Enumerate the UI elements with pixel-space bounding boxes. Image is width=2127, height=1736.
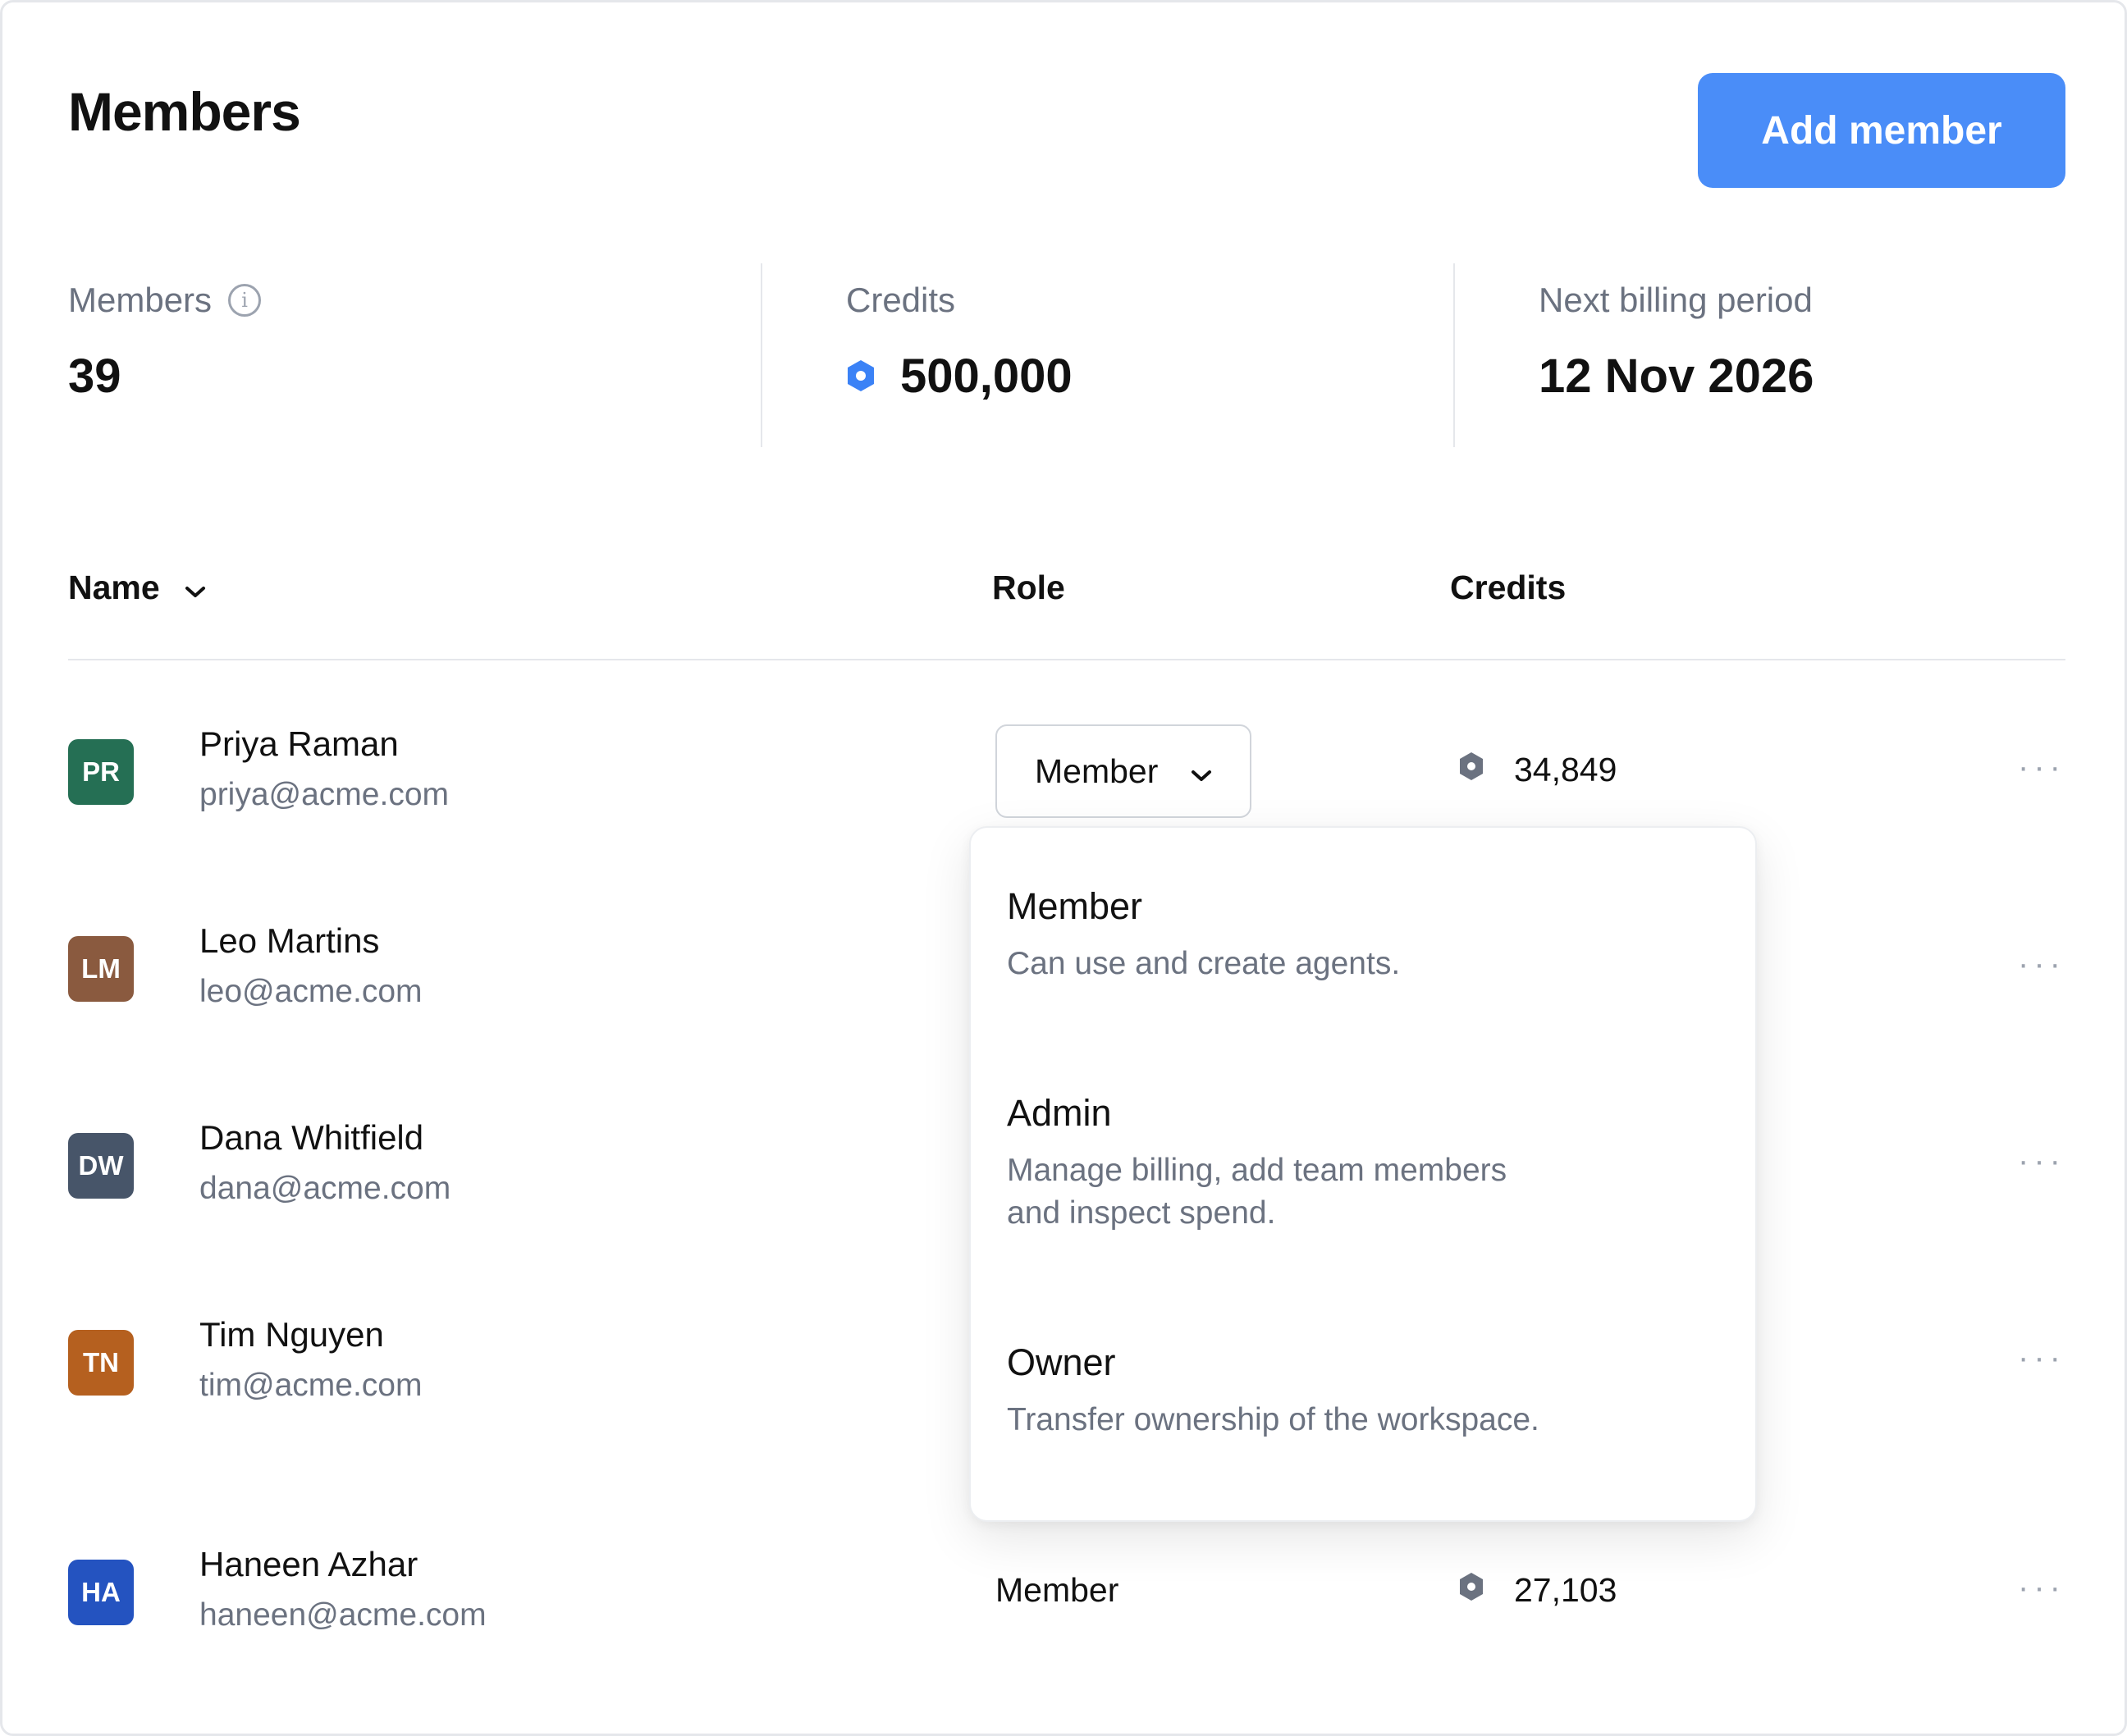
member-name: Priya Raman — [199, 724, 399, 763]
stat-divider — [761, 263, 762, 447]
avatar: LM — [68, 936, 134, 1002]
role-option-description: Transfer ownership of the workspace. — [1007, 1402, 1539, 1437]
hexagon-credit-icon — [1458, 751, 1484, 789]
stat-billing-value: 12 Nov 2026 — [1539, 349, 1814, 403]
role-option-description-line: and inspect spend. — [1007, 1195, 1276, 1231]
more-horizontal-icon[interactable]: ··· — [2018, 1340, 2065, 1377]
stat-credits-value: 500,000 — [900, 349, 1073, 403]
column-header-role: Role — [992, 569, 1065, 606]
column-header-name-label: Name — [68, 569, 160, 606]
role-option-title: Member — [1007, 885, 1143, 927]
avatar: HA — [68, 1560, 134, 1625]
credit-cell: 34,849 — [1458, 751, 1617, 789]
credit-value: 34,849 — [1514, 751, 1617, 788]
member-email: priya@acme.com — [199, 777, 450, 812]
member-name: Leo Martins — [199, 921, 380, 960]
more-horizontal-icon[interactable]: ··· — [2018, 1569, 2065, 1606]
members-panel: Members Add member Members i 39 Credits … — [0, 0, 2127, 1736]
member-email: haneen@acme.com — [199, 1597, 487, 1633]
member-email: dana@acme.com — [199, 1171, 451, 1206]
role-select[interactable]: Member — [995, 724, 1251, 818]
role-option-description: Manage billing, add team members and ins… — [1007, 1149, 1713, 1235]
add-member-button[interactable]: Add member — [1698, 73, 2065, 188]
role-option-member[interactable]: Member Can use and create agents. — [1007, 885, 1713, 985]
stat-members-value: 39 — [68, 349, 121, 403]
credit-value: 27,103 — [1514, 1571, 1617, 1609]
role-option-title: Admin — [1007, 1092, 1112, 1134]
role-select-value: Member — [1035, 752, 1159, 790]
column-header-name[interactable]: Name — [68, 569, 206, 607]
member-name: Tim Nguyen — [199, 1315, 384, 1354]
hexagon-credit-icon — [1458, 1571, 1484, 1610]
info-icon[interactable]: i — [228, 284, 262, 317]
stat-credits: Credits 500,000 — [846, 263, 1073, 447]
role-option-title: Owner — [1007, 1341, 1116, 1383]
more-horizontal-icon[interactable]: ··· — [2018, 749, 2065, 786]
member-email: leo@acme.com — [199, 974, 423, 1009]
role-option-description: Can use and create agents. — [1007, 946, 1401, 981]
stat-divider — [1453, 263, 1455, 447]
table-row: HA Haneen Azhar haneen@acme.com Member 2… — [2, 1545, 2127, 1709]
header-divider — [68, 659, 2065, 660]
role-dropdown-menu: Member Can use and create agents. Admin … — [969, 826, 1757, 1522]
chevron-down-icon — [1191, 752, 1212, 791]
more-horizontal-icon[interactable]: ··· — [2018, 1143, 2065, 1180]
avatar: TN — [68, 1330, 134, 1396]
page-title: Members — [68, 81, 301, 142]
chevron-down-icon — [185, 569, 206, 607]
avatar: DW — [68, 1133, 134, 1199]
stat-credits-label: Credits — [846, 281, 956, 319]
stat-members-label: Members — [68, 281, 213, 319]
role-option-owner[interactable]: Owner Transfer ownership of the workspac… — [1007, 1341, 1713, 1441]
avatar: PR — [68, 739, 134, 805]
column-header-credits: Credits — [1450, 569, 1567, 606]
member-email: tim@acme.com — [199, 1368, 423, 1403]
member-name: Dana Whitfield — [199, 1118, 424, 1157]
stat-members: Members i 39 — [68, 263, 262, 447]
credit-cell: 27,103 — [1458, 1571, 1617, 1610]
stat-billing: Next billing period 12 Nov 2026 — [1539, 263, 1814, 447]
role-option-admin[interactable]: Admin Manage billing, add team members a… — [1007, 1092, 1713, 1235]
member-name: Haneen Azhar — [199, 1545, 419, 1583]
more-horizontal-icon[interactable]: ··· — [2018, 946, 2065, 983]
stat-billing-label: Next billing period — [1539, 281, 1813, 319]
hexagon-credit-icon — [846, 349, 876, 404]
role-value[interactable]: Member — [995, 1571, 1118, 1610]
role-option-description-line: Manage billing, add team members — [1007, 1153, 1507, 1188]
